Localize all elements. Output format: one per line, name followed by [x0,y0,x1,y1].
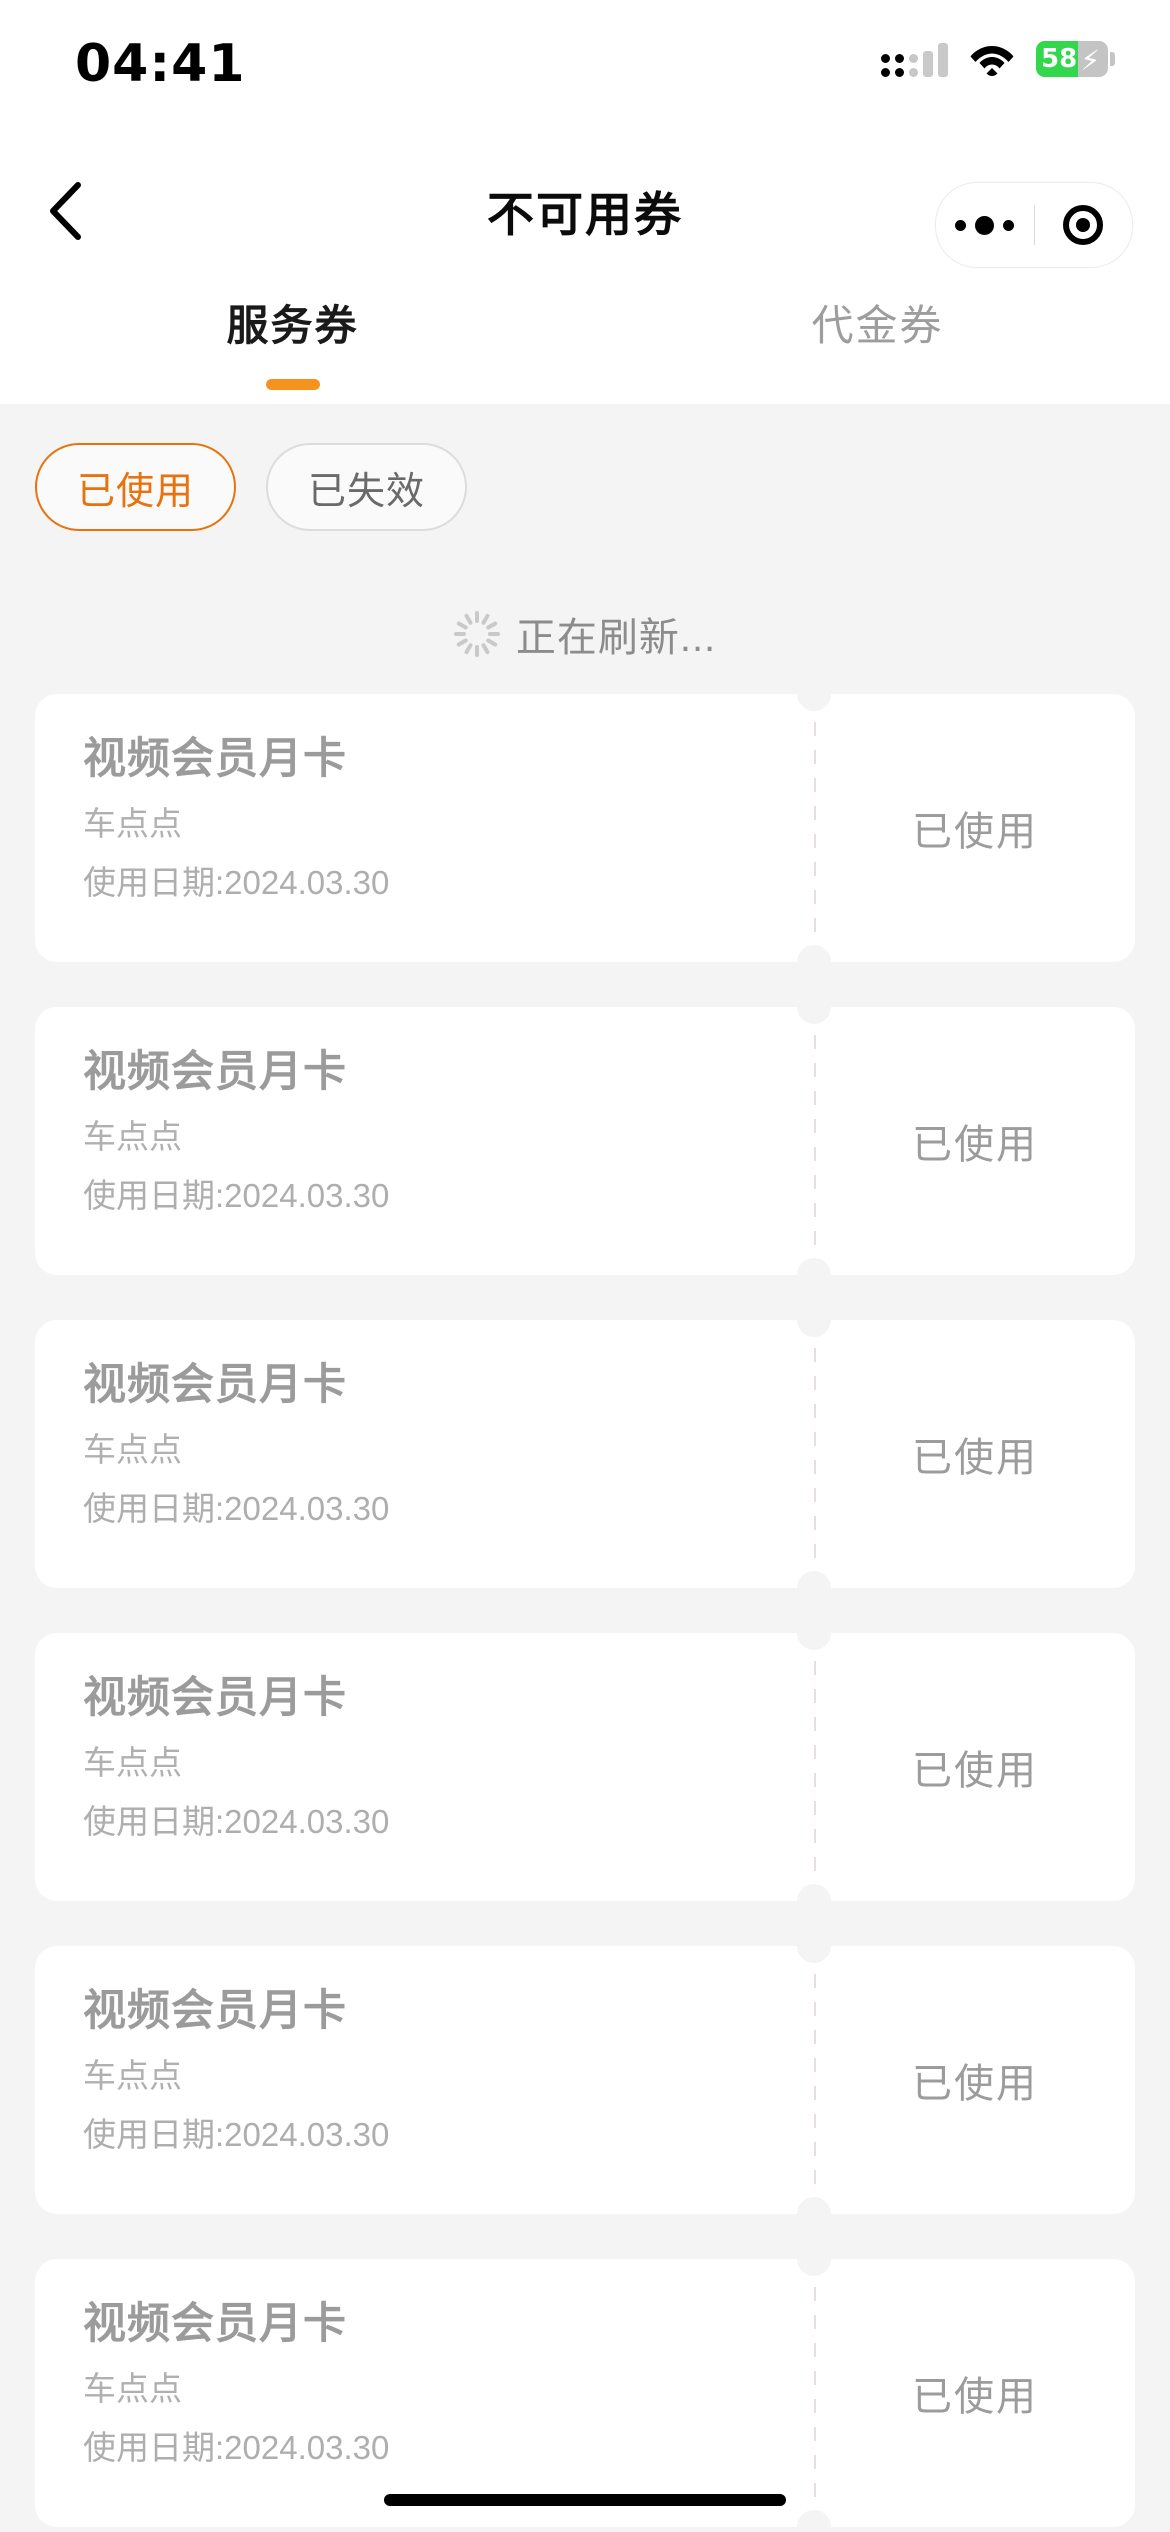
coupon-status-area: 已使用 [815,694,1135,962]
charging-bolt-icon: ⚡ [1080,45,1100,76]
coupon-date: 使用日期:2024.03.30 [83,1177,390,1214]
coupon-info: 视频会员月卡 车点点 使用日期:2024.03.30 [35,694,815,962]
coupon-merchant: 车点点 [83,805,182,842]
status-bar-time: 04:41 [75,34,246,94]
coupon-date: 使用日期:2024.03.30 [83,1803,390,1840]
tab-active-indicator [265,379,320,390]
coupon-date: 使用日期:2024.03.30 [83,2429,390,2466]
coupon-info: 视频会员月卡 车点点 使用日期:2024.03.30 [35,1633,815,1901]
refresh-status: 正在刷新... [0,604,1170,664]
coupon-list[interactable]: 视频会员月卡 车点点 使用日期:2024.03.30 已使用 视频会员月卡 车点… [0,694,1170,2532]
coupon-perforation [814,1320,816,1588]
status-badge: 已使用 [912,1436,1038,1480]
tab-bar: 服务券 代金券 [0,270,1170,404]
coupon-perforation [814,694,816,962]
coupon-merchant: 车点点 [83,1431,182,1468]
status-badge: 已使用 [912,1123,1038,1167]
coupon-title: 视频会员月卡 [83,1674,347,1722]
coupon-card[interactable]: 视频会员月卡 车点点 使用日期:2024.03.30 已使用 [35,2259,1135,2527]
coupon-date: 使用日期:2024.03.30 [83,864,390,901]
coupon-date: 使用日期:2024.03.30 [83,2116,390,2153]
filter-chip-used[interactable]: 已使用 [35,443,237,531]
refresh-label: 正在刷新... [515,616,717,660]
coupon-info: 视频会员月卡 车点点 使用日期:2024.03.30 [35,2259,815,2527]
status-bar: 04:41 58 ⚡ [0,0,1170,150]
coupon-date: 使用日期:2024.03.30 [83,1490,390,1527]
loading-spinner-icon [453,611,500,657]
nav-bar: 不可用券 [0,150,1170,270]
more-dots-icon[interactable] [936,215,1034,235]
coupon-status-area: 已使用 [815,1633,1135,1901]
coupon-card[interactable]: 视频会员月卡 车点点 使用日期:2024.03.30 已使用 [35,1007,1135,1275]
coupon-card[interactable]: 视频会员月卡 车点点 使用日期:2024.03.30 已使用 [35,694,1135,962]
coupon-merchant: 车点点 [83,2370,182,2407]
coupon-card[interactable]: 视频会员月卡 车点点 使用日期:2024.03.30 已使用 [35,1946,1135,2214]
filter-chip-group: 已使用 已失效 [35,443,468,531]
miniprogram-capsule [935,182,1133,268]
coupon-title: 视频会员月卡 [83,735,347,783]
status-badge: 已使用 [912,2062,1038,2106]
coupon-title: 视频会员月卡 [83,1987,347,2035]
coupon-merchant: 车点点 [83,1118,182,1155]
coupon-info: 视频会员月卡 车点点 使用日期:2024.03.30 [35,1007,815,1275]
status-badge: 已使用 [912,1749,1038,1793]
coupon-status-area: 已使用 [815,1946,1135,2214]
coupon-card[interactable]: 视频会员月卡 车点点 使用日期:2024.03.30 已使用 [35,1633,1135,1901]
coupon-merchant: 车点点 [83,1744,182,1781]
tab-voucher[interactable]: 代金券 [585,270,1170,404]
battery-charging-icon: 58 ⚡ [1036,41,1115,77]
content-area: 已使用 已失效 正在刷新... 视频会员月卡 车点点 使用日期:2024.03.… [0,404,1170,2532]
coupon-status-area: 已使用 [815,1320,1135,1588]
coupon-merchant: 车点点 [83,2057,182,2094]
coupon-status-area: 已使用 [815,2259,1135,2527]
tab-label: 代金券 [811,302,944,349]
target-circle-icon[interactable] [1035,205,1133,245]
home-indicator[interactable] [384,2494,786,2506]
coupon-perforation [814,2259,816,2527]
coupon-perforation [814,1946,816,2214]
coupon-title: 视频会员月卡 [83,1361,347,1409]
coupon-title: 视频会员月卡 [83,1048,347,1096]
cellular-signal-icon [881,41,948,77]
tab-service-coupon[interactable]: 服务券 [0,270,585,404]
coupon-title: 视频会员月卡 [83,2300,347,2348]
coupon-info: 视频会员月卡 车点点 使用日期:2024.03.30 [35,1320,815,1588]
coupon-card[interactable]: 视频会员月卡 车点点 使用日期:2024.03.30 已使用 [35,1320,1135,1588]
coupon-info: 视频会员月卡 车点点 使用日期:2024.03.30 [35,1946,815,2214]
filter-chip-expired[interactable]: 已失效 [266,443,468,531]
tab-label: 服务券 [226,302,359,349]
wifi-icon [970,42,1014,76]
status-badge: 已使用 [912,810,1038,854]
coupon-perforation [814,1633,816,1901]
coupon-status-area: 已使用 [815,1007,1135,1275]
status-badge: 已使用 [912,2375,1038,2419]
coupon-perforation [814,1007,816,1275]
phone-screen: 04:41 58 ⚡ 不可用券 服务券 代金券 已使用 已失效 正在刷新... … [0,0,1170,2532]
status-bar-icons: 58 ⚡ [881,36,1115,82]
